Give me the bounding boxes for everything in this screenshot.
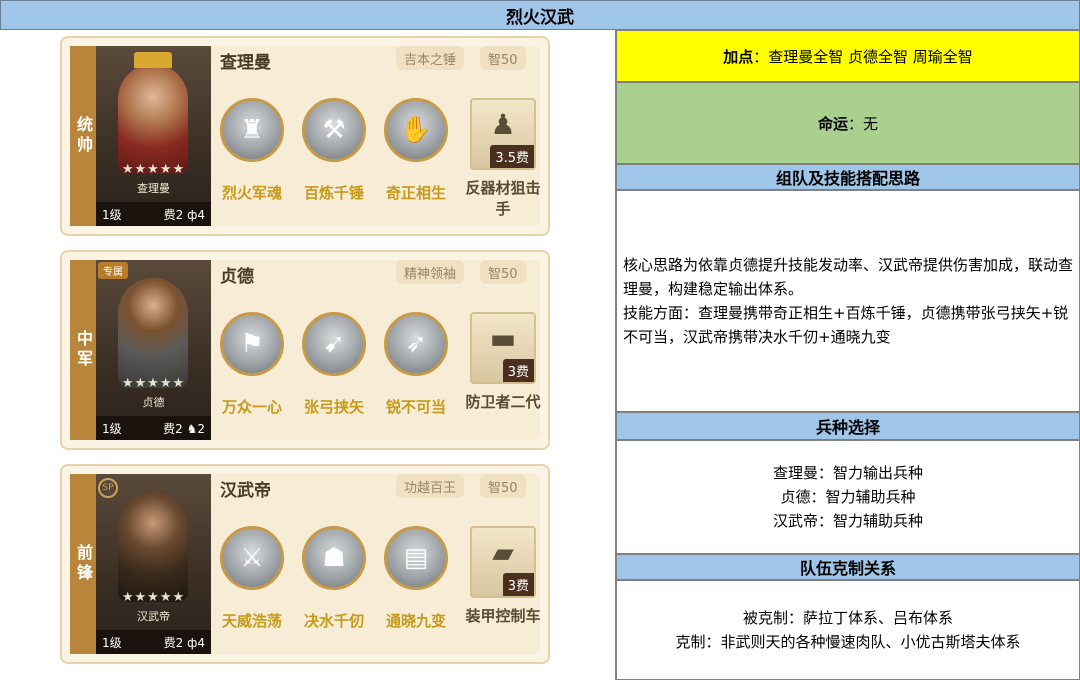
counter-content: 被克制：萨拉丁体系、吕布体系 克制：非武则天的各种慢速肉队、小优古斯塔夫体系 bbox=[616, 580, 1080, 680]
hero-portrait[interactable]: SP ★★★★★ 汉武帝 1级 费2 ф4 bbox=[96, 474, 211, 654]
skill-label: 烈火军魂 bbox=[221, 184, 282, 202]
skill-label: 百炼千锤 bbox=[303, 184, 364, 202]
role-label: 中军 bbox=[70, 260, 96, 440]
skill-icon[interactable]: ⚔ bbox=[220, 526, 284, 590]
hero-level: 1级 bbox=[102, 421, 122, 436]
equipment-label: 装甲控制车 bbox=[465, 607, 541, 625]
hero-name: 汉武帝 bbox=[220, 481, 271, 501]
hero-intel-tag: 智50 bbox=[480, 474, 526, 498]
equipment-label: 防卫者二代 bbox=[465, 393, 541, 411]
hero-stats-row: 1级 费2 ♞2 bbox=[96, 416, 211, 440]
portrait-name: 查理曼 bbox=[137, 182, 170, 195]
star-rating: ★★★★★ bbox=[121, 162, 186, 177]
star-rating: ★★★★★ bbox=[121, 376, 186, 391]
hero-name: 贞德 bbox=[220, 267, 254, 287]
hero-figure-image bbox=[118, 278, 188, 388]
skill-label: 张弓挟矢 bbox=[303, 398, 364, 416]
skill-icon[interactable]: ▤ bbox=[384, 526, 448, 590]
unit-type-icon: ф4 bbox=[187, 635, 205, 650]
equipment-label: 反器材狙击手 bbox=[465, 179, 541, 218]
role-label: 统帅 bbox=[70, 46, 96, 226]
skill-icon[interactable]: ✋ bbox=[384, 98, 448, 162]
role-label: 前锋 bbox=[70, 474, 96, 654]
team-lineup-panel: 统帅 ★★★★★ 查理曼 1级 费2 ф4 查理曼 吉本之锤 智50 ♜ 烈火军… bbox=[0, 30, 616, 680]
skill-icon[interactable]: ☗ bbox=[302, 526, 366, 590]
hero-stats-row: 1级 费2 ф4 bbox=[96, 202, 211, 226]
star-rating: ★★★★★ bbox=[121, 590, 186, 605]
team-info-panel: 加点 ：查理曼全智 贞德全智 周瑜全智 命运 ：无 组队及技能搭配思路 核心思路为依… bbox=[616, 30, 1080, 680]
hero-trait-tag: 精神领袖 bbox=[396, 260, 465, 284]
fate-row: 命运 ：无 bbox=[616, 82, 1080, 164]
troop-line: 贞德：智力辅助兵种 bbox=[780, 488, 916, 506]
hero-portrait[interactable]: 专属 ★★★★★ 贞德 1级 费2 ♞2 bbox=[96, 260, 211, 440]
strategy-content: 核心思路为依靠贞德提升技能发动率、汉武帝提供伤害加成，联动查理曼，构建稳定输出体… bbox=[616, 190, 1080, 412]
hero-cost: 费2 bbox=[163, 207, 184, 222]
skill-label: 通晓九变 bbox=[385, 612, 446, 630]
counter-line: 克制：非武则天的各种慢速肉队、小优古斯塔夫体系 bbox=[675, 633, 1021, 651]
hero-cost: 费2 bbox=[163, 635, 184, 650]
hero-card-commander[interactable]: 统帅 ★★★★★ 查理曼 1级 费2 ф4 查理曼 吉本之锤 智50 ♜ 烈火军… bbox=[60, 36, 550, 236]
skill-icon[interactable]: ⚒ bbox=[302, 98, 366, 162]
exclusive-badge: 专属 bbox=[98, 262, 128, 279]
portrait-name: 汉武帝 bbox=[137, 610, 170, 623]
hero-cost: 费2 bbox=[163, 421, 183, 436]
hero-figure-image bbox=[118, 492, 188, 602]
page-title: 烈火汉武 bbox=[0, 0, 1080, 30]
armored-vehicle-icon: ▰ bbox=[492, 536, 514, 569]
tank-icon: ▬ bbox=[489, 322, 517, 355]
hero-level: 1级 bbox=[102, 635, 122, 650]
skill-icon[interactable]: ➹ bbox=[302, 312, 366, 376]
crown-icon bbox=[134, 52, 172, 68]
equipment-cost: 3费 bbox=[502, 359, 534, 382]
skill-icon[interactable]: ➶ bbox=[384, 312, 448, 376]
troop-line: 查理曼：智力输出兵种 bbox=[772, 464, 923, 482]
skill-label: 奇正相生 bbox=[385, 184, 446, 202]
hero-intel-tag: 智50 bbox=[480, 46, 526, 70]
hero-portrait[interactable]: ★★★★★ 查理曼 1级 费2 ф4 bbox=[96, 46, 211, 226]
hero-figure-image bbox=[118, 64, 188, 174]
strategy-line: 核心思路为依靠贞德提升技能发动率、汉武帝提供伤害加成，联动查理曼，构建稳定输出体… bbox=[623, 256, 1074, 298]
skill-label: 天威浩荡 bbox=[221, 612, 282, 630]
hero-level: 1级 bbox=[102, 207, 122, 222]
hero-trait-tag: 吉本之锤 bbox=[396, 46, 465, 70]
counter-header: 队伍克制关系 bbox=[616, 554, 1080, 580]
fate-label: 命运 bbox=[817, 114, 848, 133]
soldier-icon: ♟ bbox=[490, 108, 516, 141]
troop-content: 查理曼：智力输出兵种 贞德：智力辅助兵种 汉武帝：智力辅助兵种 bbox=[616, 440, 1080, 554]
equipment-slot[interactable]: ▬ 3费 bbox=[470, 312, 536, 384]
counter-line: 被克制：萨拉丁体系、吕布体系 bbox=[742, 609, 953, 627]
troop-header: 兵种选择 bbox=[616, 412, 1080, 440]
attribute-points-row: 加点 ：查理曼全智 贞德全智 周瑜全智 bbox=[616, 30, 1080, 82]
skill-label: 万众一心 bbox=[221, 398, 282, 416]
fate-value: ：无 bbox=[848, 114, 879, 133]
equipment-slot[interactable]: ♟ 3.5费 bbox=[470, 98, 536, 170]
hero-card-midarmy[interactable]: 中军 专属 ★★★★★ 贞德 1级 费2 ♞2 贞德 精神领袖 智50 ⚑ 万众… bbox=[60, 250, 550, 450]
skill-label: 锐不可当 bbox=[385, 398, 446, 416]
strategy-header: 组队及技能搭配思路 bbox=[616, 164, 1080, 190]
hero-card-vanguard[interactable]: 前锋 SP ★★★★★ 汉武帝 1级 费2 ф4 汉武帝 功越百王 智50 ⚔ … bbox=[60, 464, 550, 664]
hero-name: 查理曼 bbox=[220, 53, 271, 73]
skill-label: 决水千仞 bbox=[303, 612, 364, 630]
sp-badge: SP bbox=[98, 478, 118, 498]
portrait-name: 贞德 bbox=[142, 396, 165, 409]
points-label: 加点 bbox=[723, 47, 754, 66]
points-value: ：查理曼全智 贞德全智 周瑜全智 bbox=[753, 47, 973, 66]
unit-type-icon: ♞2 bbox=[186, 421, 205, 436]
hero-trait-tag: 功越百王 bbox=[396, 474, 465, 498]
skill-icon[interactable]: ♜ bbox=[220, 98, 284, 162]
equipment-cost: 3.5费 bbox=[490, 145, 534, 168]
troop-line: 汉武帝：智力辅助兵种 bbox=[772, 512, 923, 530]
skill-icon[interactable]: ⚑ bbox=[220, 312, 284, 376]
hero-stats-row: 1级 费2 ф4 bbox=[96, 630, 211, 654]
equipment-slot[interactable]: ▰ 3费 bbox=[470, 526, 536, 598]
unit-type-icon: ф4 bbox=[187, 207, 205, 222]
strategy-line: 技能方面：查理曼携带奇正相生+百炼千锤，贞德携带张弓挟矢+锐不可当，汉武帝携带决… bbox=[623, 304, 1069, 346]
equipment-cost: 3费 bbox=[502, 573, 534, 596]
hero-intel-tag: 智50 bbox=[480, 260, 526, 284]
